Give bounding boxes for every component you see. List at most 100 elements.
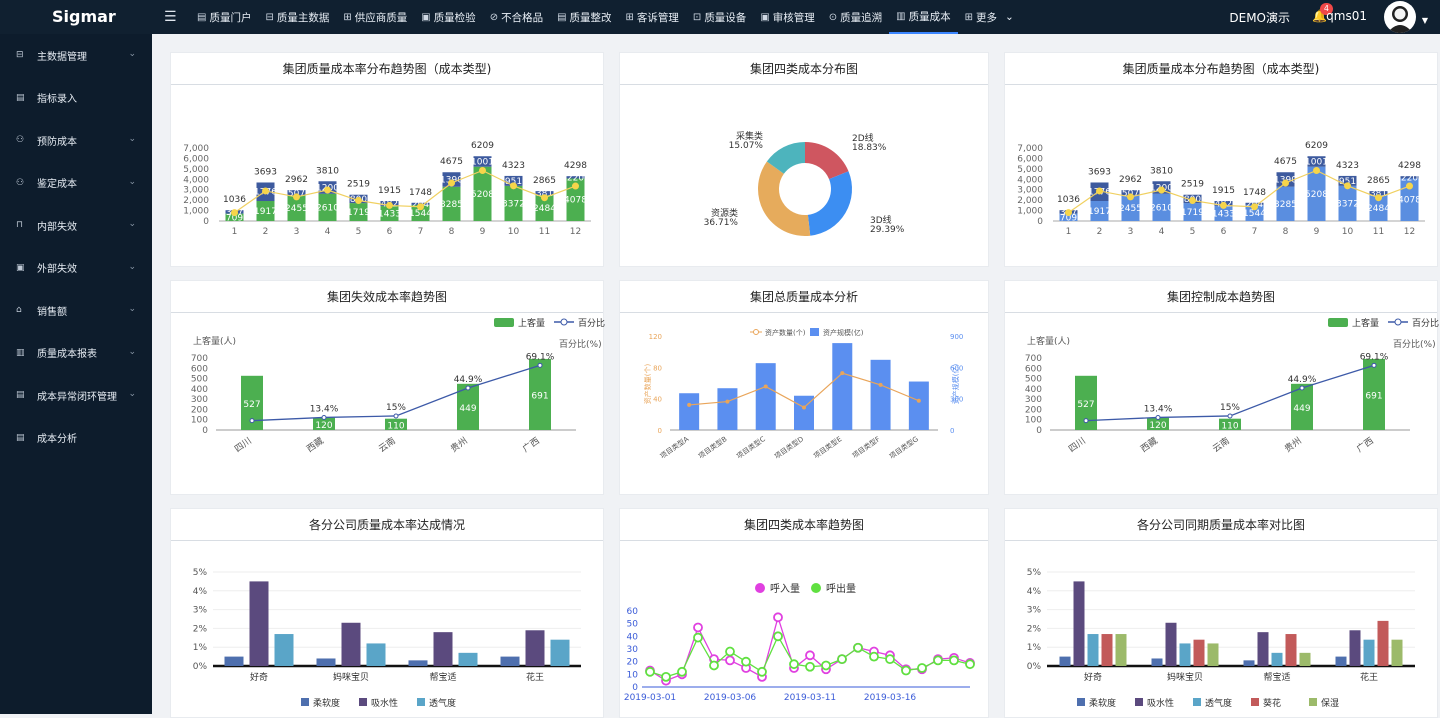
sidebar-item-4[interactable]: ⊓ 内部失效 ⌄ bbox=[0, 204, 152, 247]
brand-logo[interactable]: Sigmar bbox=[0, 0, 152, 34]
x-tick-label: 1 bbox=[1066, 227, 1072, 237]
legend-swatch bbox=[494, 318, 514, 327]
nav-label: 客诉管理 bbox=[636, 11, 679, 24]
line-point bbox=[465, 385, 471, 391]
nav-label: 质量主数据 bbox=[276, 11, 330, 24]
line-point bbox=[1227, 413, 1233, 419]
nav-item-0[interactable]: ▤ 质量门户 bbox=[190, 0, 258, 34]
y-tick-label: 5,000 bbox=[183, 165, 209, 175]
x-tick-label: 2019-03-11 bbox=[784, 693, 836, 703]
y-tick-label: 4,000 bbox=[183, 175, 209, 185]
y-tick-label: 2,000 bbox=[1017, 196, 1043, 206]
line-value-label: 69.1% bbox=[526, 352, 555, 362]
demo-label[interactable]: DEMO演示 bbox=[1229, 9, 1290, 26]
bar-value-label: 1433 bbox=[1212, 210, 1235, 220]
sidebar: ⊟ 主数据管理 ⌄ ▤ 指标录入 ⚇ 预防成本 ⌄ ⚇ 鉴定成本 ⌄ ⊓ 内部失效 ⌄ ▣ 外部失效 ⌄ ⌂ 销售额… bbox=[0, 34, 152, 714]
legend-swatch bbox=[1193, 698, 1201, 706]
bar bbox=[1363, 639, 1375, 666]
line-point bbox=[1158, 186, 1165, 194]
chevron-down-icon: ⌄ bbox=[128, 176, 136, 187]
bar-value-label: 527 bbox=[243, 400, 260, 410]
line-point bbox=[878, 382, 883, 387]
caret-down-icon[interactable]: ▼ bbox=[1422, 16, 1428, 25]
line-point bbox=[741, 656, 751, 667]
total-label: 3693 bbox=[1088, 167, 1111, 177]
panel-total-cost-analysis: 集团总质量成本分析 资产数量(个) 资产规模(亿) 0 40 80 120 0 300 600 9… bbox=[619, 280, 989, 495]
x-tick-label: 项目类型C bbox=[735, 434, 767, 460]
nav-item-4[interactable]: ⊘ 不合格品 bbox=[483, 0, 550, 34]
line-point bbox=[541, 194, 548, 202]
sidebar-item-7[interactable]: ▥ 质量成本报表 ⌄ bbox=[0, 332, 152, 375]
sidebar-item-0[interactable]: ⊟ 主数据管理 ⌄ bbox=[0, 34, 152, 77]
sidebar-item-label: 主数据管理 bbox=[37, 51, 87, 63]
panel-title: 集团控制成本趋势图 bbox=[1005, 281, 1437, 313]
total-label: 2519 bbox=[347, 180, 370, 190]
supplier-icon: ⊞ bbox=[343, 11, 352, 23]
sidebar-item-1[interactable]: ▤ 指标录入 bbox=[0, 77, 152, 120]
bar-value-label: 2610 bbox=[1150, 203, 1173, 213]
nav-item-6[interactable]: ⊞ 客诉管理 bbox=[619, 0, 686, 34]
y-tick-label: 3,000 bbox=[183, 186, 209, 196]
bar-value-label: 3285 bbox=[440, 200, 463, 210]
sidebar-item-9[interactable]: ▤ 成本分析 bbox=[0, 417, 152, 460]
nav-label: 质量追溯 bbox=[840, 11, 883, 24]
y-tick-label: 5,000 bbox=[1017, 165, 1043, 175]
line-point bbox=[1299, 385, 1305, 391]
legend-swatch bbox=[1135, 698, 1143, 706]
nav-item-10[interactable]: ▥ 质量成本 bbox=[889, 0, 958, 34]
y-tick-label: 120 bbox=[649, 333, 662, 341]
bar-value-label: 120 bbox=[315, 421, 332, 431]
line-point bbox=[917, 663, 927, 673]
nav-item-2[interactable]: ⊞ 供应商质量 bbox=[336, 0, 414, 34]
sidebar-item-3[interactable]: ⚇ 鉴定成本 ⌄ bbox=[0, 162, 152, 205]
x-tick-label: 11 bbox=[1373, 227, 1384, 237]
nav-item-9[interactable]: ⊙ 质量追溯 bbox=[822, 0, 889, 34]
sidebar-item-6[interactable]: ⌂ 销售额 ⌄ bbox=[0, 289, 152, 332]
x-tick-label: 9 bbox=[1314, 227, 1320, 237]
bar bbox=[1059, 656, 1071, 666]
sidebar-menu-icon: ▥ bbox=[16, 347, 25, 358]
line-point bbox=[693, 622, 703, 633]
nav-item-3[interactable]: ▣ 质量检验 bbox=[414, 0, 482, 34]
x-tick-label: 项目类型G bbox=[887, 434, 920, 461]
line-point bbox=[262, 187, 269, 195]
y-tick-label: 80 bbox=[653, 364, 662, 372]
bar bbox=[1257, 632, 1269, 666]
total-label: 2962 bbox=[1119, 175, 1142, 185]
avatar[interactable] bbox=[1384, 1, 1416, 33]
bar-value-label: 2484 bbox=[1367, 204, 1390, 214]
y2-axis-label: 百分比(%) bbox=[559, 338, 602, 350]
line-point bbox=[231, 209, 238, 217]
y-tick-label: 0% bbox=[193, 662, 208, 672]
x-tick-label: 项目类型D bbox=[773, 434, 806, 461]
x-tick-label: 广西 bbox=[520, 435, 542, 455]
sidebar-item-5[interactable]: ▣ 外部失效 ⌄ bbox=[0, 247, 152, 290]
nav-item-8[interactable]: ▣ 审核管理 bbox=[753, 0, 821, 34]
line-point bbox=[510, 182, 517, 190]
line-value-label: 13.4% bbox=[1144, 404, 1173, 414]
legend-swatch bbox=[1251, 698, 1259, 706]
pie-label-value: 29.39% bbox=[870, 225, 905, 235]
line-point bbox=[321, 414, 327, 420]
bar bbox=[274, 634, 294, 666]
panel-title: 集团总质量成本分析 bbox=[620, 281, 988, 313]
line-point bbox=[805, 650, 815, 661]
bar bbox=[1073, 581, 1085, 666]
nav-item-7[interactable]: ⊡ 质量设备 bbox=[686, 0, 753, 34]
nav-item-11[interactable]: ⊞ 更多 ⌄ bbox=[958, 0, 1030, 34]
y-tick-label: 0 bbox=[202, 426, 208, 436]
sidebar-menu-icon: ⊓ bbox=[16, 220, 24, 231]
legend-label: 透气度 bbox=[1205, 697, 1232, 709]
x-tick-label: 9 bbox=[480, 227, 486, 237]
line-value-label: 13.4% bbox=[310, 404, 339, 414]
x-tick-label: 好奇 bbox=[1084, 671, 1102, 683]
username[interactable]: qms01 bbox=[1326, 9, 1367, 23]
nav-item-1[interactable]: ⊟ 质量主数据 bbox=[258, 0, 336, 34]
sidebar-item-2[interactable]: ⚇ 预防成本 ⌄ bbox=[0, 119, 152, 162]
chart-four-cost-pie: 2D线18.83%3D线29.39%资源类36.71%采集类15.07% bbox=[704, 130, 905, 236]
nav-item-5[interactable]: ▤ 质量整改 bbox=[550, 0, 618, 34]
menu-toggle-icon[interactable]: ☰ bbox=[164, 9, 177, 25]
bar-value-label: 2455 bbox=[285, 204, 308, 214]
panel-four-cost-rate-trend: 集团四类成本率趋势图 呼入量 呼出量 0 10 20 30 40 50 60 2019-03-01… bbox=[619, 508, 989, 718]
sidebar-item-8[interactable]: ▤ 成本异常闭环管理 ⌄ bbox=[0, 374, 152, 417]
